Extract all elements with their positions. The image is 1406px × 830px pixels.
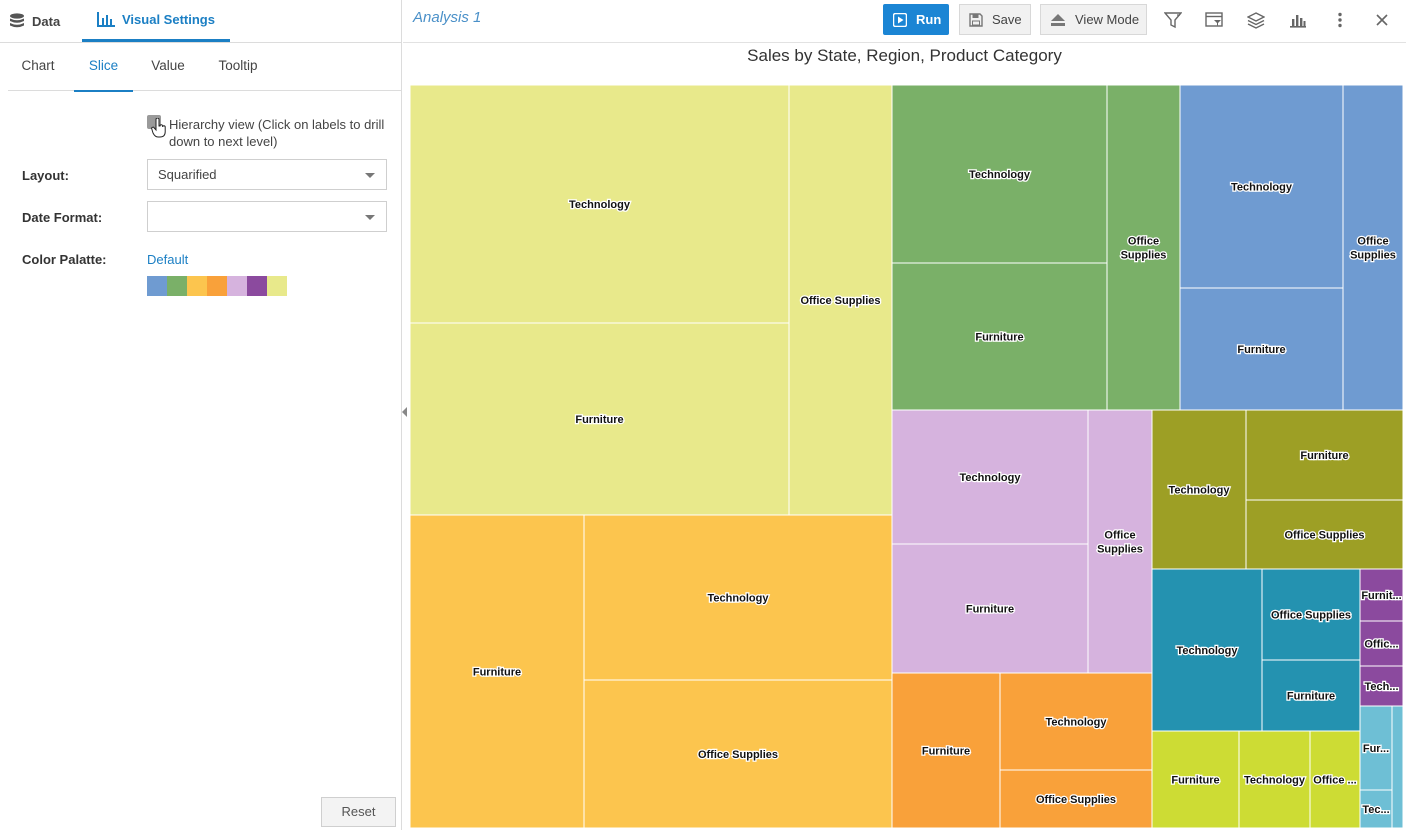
treemap-group[interactable]: Fur... Tec...	[1359, 705, 1404, 829]
treemap-tile-label: Technology	[1046, 717, 1108, 729]
treemap-group[interactable]: Furniture Technology Office ...	[1151, 730, 1361, 829]
treemap-tile-label: Office ...	[1313, 775, 1356, 787]
treemap-tile-label: Furniture	[575, 414, 623, 426]
treemap-tile-label: Technology	[1169, 485, 1231, 497]
treemap-group[interactable]: Furniture Technology Office Supplies	[891, 672, 1153, 829]
treemap-group[interactable]: Furniture Technology Office Supplies	[409, 514, 893, 829]
treemap-tile-label: Office Supplies	[800, 295, 880, 307]
treemap-tile-label: Technology	[1231, 182, 1293, 194]
treemap-tile-label: Office Supplies	[1036, 794, 1116, 806]
treemap-chart[interactable]: TechnologyFurnitureOffice SuppliesFurnit…	[0, 0, 1406, 830]
treemap-group[interactable]: TechnologyFurnitureOffice Supplies	[1179, 84, 1404, 411]
treemap-tile-label: Furniture	[473, 667, 521, 679]
treemap-tile-label: Office Supplies	[698, 749, 778, 761]
treemap-tile-label: Furniture	[1300, 450, 1348, 462]
treemap-group[interactable]: TechnologyFurnitureOffice Supplies	[891, 409, 1153, 674]
treemap-tile[interactable]	[1106, 84, 1181, 411]
treemap-tile[interactable]	[1391, 705, 1404, 829]
treemap-tile[interactable]	[1087, 409, 1153, 674]
treemap-tile-label: Technology	[1177, 645, 1239, 657]
treemap-tile-label: Technology	[960, 472, 1022, 484]
treemap-group[interactable]: Furnit... Offic... Tech...	[1359, 568, 1404, 707]
treemap-tile-label: Tec...	[1362, 804, 1389, 816]
treemap-tile-label: Furniture	[1237, 344, 1285, 356]
treemap-group[interactable]: TechnologyFurnitureOffice Supplies	[891, 84, 1181, 411]
treemap-tile-label: Furniture	[1287, 691, 1335, 703]
treemap-group[interactable]: Technology Office Supplies Furniture	[1151, 568, 1361, 732]
treemap-tile-label: Furniture	[1171, 775, 1219, 787]
treemap-tile-label: Furniture	[922, 746, 970, 758]
treemap-tile-label: Technology	[708, 593, 770, 605]
treemap-tile-label: Furniture	[966, 604, 1014, 616]
treemap-tile-label: Technology	[569, 199, 631, 211]
treemap-tile-label: Technology	[969, 169, 1031, 181]
treemap-tile-label: Offic...	[1364, 639, 1398, 651]
treemap-tile-label: Furnit...	[1361, 590, 1401, 602]
treemap-group[interactable]: Technology Furniture Office Supplies	[1151, 409, 1404, 570]
treemap-tile[interactable]	[1342, 84, 1404, 411]
treemap-group[interactable]: Technology Furniture Office Supplies	[409, 84, 893, 516]
treemap-tile-label: Office Supplies	[1284, 530, 1364, 542]
treemap-tile-label: Tech...	[1364, 681, 1398, 693]
treemap-tile-label: Technology	[1244, 775, 1306, 787]
treemap-tile-label: Fur...	[1363, 743, 1389, 755]
treemap-tile-label: Furniture	[975, 332, 1023, 344]
treemap-tile-label: Office Supplies	[1271, 610, 1351, 622]
